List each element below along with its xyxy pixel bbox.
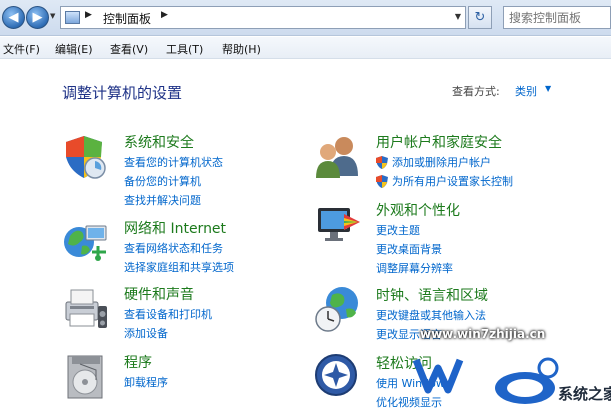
- link-label: 添加或删除用户帐户: [392, 156, 491, 169]
- breadcrumb-separator-icon[interactable]: ▶: [85, 10, 92, 20]
- address-bar: ◀ ▶ ▼ ▶ 控制面板 ▶ ▼ ↻: [0, 0, 611, 36]
- link-change-desktop-background[interactable]: 更改桌面背景: [376, 240, 453, 259]
- recent-pages-dropdown[interactable]: ▼: [50, 12, 55, 20]
- search-input[interactable]: [503, 6, 611, 29]
- menu-edit[interactable]: 编辑(E): [55, 41, 93, 57]
- programs-icon[interactable]: [62, 352, 110, 400]
- watermark-url: www.win7zhijia.cn: [420, 327, 546, 341]
- view-by-select[interactable]: 类别: [515, 83, 537, 99]
- address-dropdown-icon[interactable]: ▼: [455, 12, 461, 21]
- category-title[interactable]: 用户帐户和家庭安全: [376, 132, 502, 152]
- link-view-computer-status[interactable]: 查看您的计算机状态: [124, 153, 223, 172]
- menu-view[interactable]: 查看(V): [110, 41, 148, 57]
- user-accounts-icon[interactable]: [314, 132, 362, 180]
- uac-shield-icon: [376, 175, 388, 188]
- menu-tools[interactable]: 工具(T): [166, 41, 203, 57]
- link-parental-controls[interactable]: 为所有用户设置家长控制: [376, 172, 513, 191]
- link-change-theme[interactable]: 更改主题: [376, 221, 453, 240]
- appearance-icon[interactable]: [314, 200, 362, 248]
- breadcrumb[interactable]: ▶ 控制面板 ▶ ▼: [60, 6, 466, 29]
- category-title[interactable]: 程序: [124, 352, 152, 372]
- link-add-device[interactable]: 添加设备: [124, 324, 212, 343]
- breadcrumb-separator-icon[interactable]: ▶: [161, 10, 168, 20]
- menu-file[interactable]: 文件(F): [3, 41, 40, 57]
- hardware-sound-icon[interactable]: [62, 284, 110, 332]
- forward-button[interactable]: ▶: [26, 6, 49, 29]
- category-title[interactable]: 外观和个性化: [376, 200, 460, 220]
- link-label: 为所有用户设置家长控制: [392, 175, 513, 188]
- view-by-dropdown-icon[interactable]: ▼: [545, 84, 551, 93]
- back-button[interactable]: ◀: [2, 6, 25, 29]
- link-homegroup-sharing[interactable]: 选择家庭组和共享选项: [124, 258, 234, 277]
- control-panel-icon: [65, 11, 80, 24]
- clock-language-region-icon[interactable]: [314, 285, 362, 333]
- link-add-remove-users[interactable]: 添加或删除用户帐户: [376, 153, 513, 172]
- link-adjust-resolution[interactable]: 调整屏幕分辨率: [376, 259, 453, 278]
- link-uninstall-program[interactable]: 卸载程序: [124, 373, 168, 392]
- watermark-brand: 系统之家: [558, 385, 611, 403]
- link-view-network-status[interactable]: 查看网络状态和任务: [124, 239, 234, 258]
- system-security-icon[interactable]: [62, 132, 110, 180]
- category-title[interactable]: 系统和安全: [124, 132, 194, 152]
- category-title[interactable]: 硬件和声音: [124, 284, 194, 304]
- category-title[interactable]: 网络和 Internet: [124, 218, 226, 238]
- link-devices-printers[interactable]: 查看设备和打印机: [124, 305, 212, 324]
- page-title: 调整计算机的设置: [62, 84, 183, 102]
- link-find-fix-problems[interactable]: 查找并解决问题: [124, 191, 223, 210]
- category-title[interactable]: 时钟、语言和区域: [376, 285, 488, 305]
- link-change-keyboard-input[interactable]: 更改键盘或其他输入法: [376, 306, 486, 325]
- menu-bar: 文件(F) 编辑(E) 查看(V) 工具(T) 帮助(H): [0, 37, 611, 59]
- watermark-logo: 系统之家: [412, 357, 611, 406]
- menu-help[interactable]: 帮助(H): [222, 41, 261, 57]
- link-backup-computer[interactable]: 备份您的计算机: [124, 172, 223, 191]
- ease-of-access-icon[interactable]: [314, 353, 362, 401]
- network-internet-icon[interactable]: [62, 218, 110, 266]
- breadcrumb-control-panel[interactable]: 控制面板: [103, 10, 151, 27]
- view-by-label: 查看方式:: [452, 85, 500, 98]
- uac-shield-icon: [376, 156, 388, 169]
- refresh-button[interactable]: ↻: [468, 6, 492, 29]
